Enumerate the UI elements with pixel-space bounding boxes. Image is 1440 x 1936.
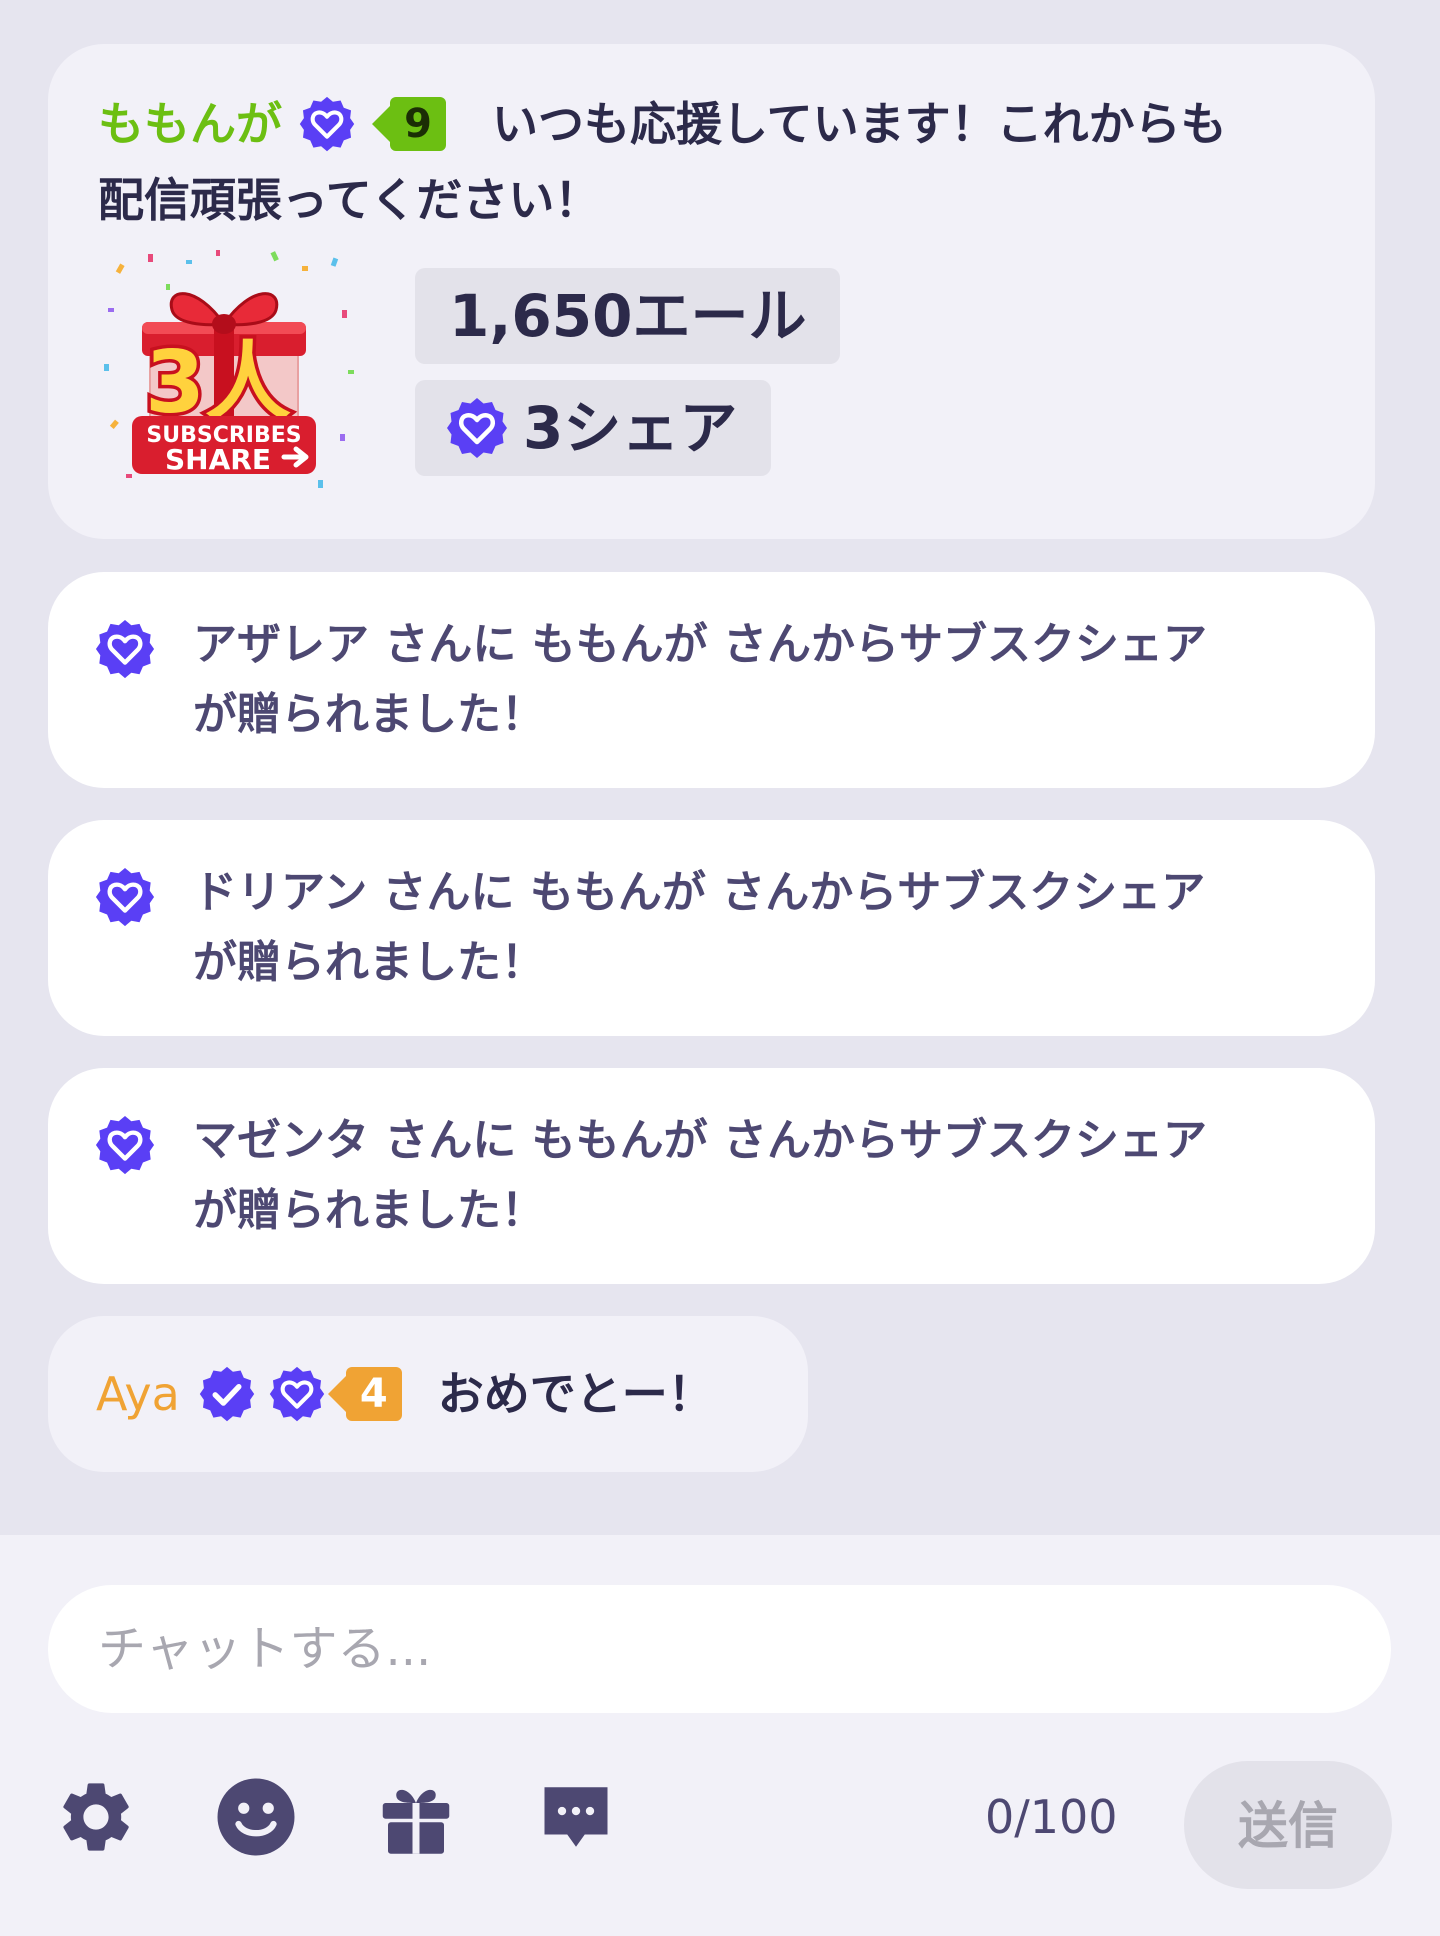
chat-bubble-icon[interactable] — [534, 1775, 618, 1859]
subscription-share-notice: アザレア さんに ももんが さんからサブスクシェア が贈られました！ — [48, 572, 1375, 788]
subscription-heart-badge-icon — [94, 1114, 156, 1176]
message-text-line1: いつも応援しています！これからも — [492, 97, 1227, 151]
subscription-share-notice: ドリアン さんに ももんが さんからサブスクシェア が贈られました！ — [48, 820, 1375, 1036]
level-badge: 4 — [327, 1366, 402, 1421]
chat-list[interactable]: ももんが 9 いつも応援しています！これからも 配信頑張ってください！ 3人 S… — [0, 0, 1440, 1535]
subscription-heart-badge-icon — [298, 95, 356, 153]
level-badge: 9 — [372, 96, 446, 151]
subscribes-share-gift-image: 3人 SUBSCRIBES SHARE — [104, 250, 354, 488]
gift-message-header: ももんが 9 いつも応援しています！これからも — [98, 86, 1325, 162]
chat-message[interactable]: Aya 4 おめでとー！ — [48, 1316, 808, 1472]
chat-input[interactable] — [48, 1585, 1391, 1713]
gift-amount-pill: 1,650エール — [415, 268, 841, 364]
notice-text: ドリアン さんに ももんが さんからサブスクシェア が贈られました！ — [193, 867, 1206, 988]
subscription-heart-badge-icon — [94, 866, 156, 928]
verified-check-badge-icon — [198, 1365, 256, 1423]
share-count-pill: 3シェア — [415, 380, 772, 476]
subscription-share-notice: マゼンタ さんに ももんが さんからサブスクシェア が贈られました！ — [48, 1068, 1375, 1284]
notice-text: マゼンタ さんに ももんが さんからサブスクシェア が贈られました！ — [193, 1115, 1207, 1236]
gift-message-card[interactable]: ももんが 9 いつも応援しています！これからも 配信頑張ってください！ 3人 S… — [48, 44, 1375, 539]
gift-icon[interactable] — [374, 1775, 458, 1859]
share-count-label: 3シェア — [523, 394, 738, 462]
username[interactable]: ももんが — [98, 97, 282, 151]
username[interactable]: Aya — [96, 1367, 180, 1421]
smiley-icon[interactable] — [214, 1775, 298, 1859]
message-text-line2: 配信頑張ってください！ — [98, 173, 601, 227]
notice-text: アザレア さんに ももんが さんからサブスクシェア が贈られました！ — [193, 619, 1207, 740]
subscription-heart-badge-icon — [94, 618, 156, 680]
message-text: おめでとー！ — [437, 1367, 714, 1421]
send-button[interactable]: 送信 — [1184, 1761, 1392, 1889]
subscription-heart-badge-icon — [268, 1365, 326, 1423]
gift-caption-bottom: SHARE — [165, 443, 271, 476]
subscription-heart-badge-icon — [445, 396, 509, 460]
gear-icon[interactable] — [54, 1775, 138, 1859]
chat-input-area: 0/100 送信 — [0, 1535, 1440, 1936]
character-counter: 0/100 — [985, 1790, 1118, 1844]
